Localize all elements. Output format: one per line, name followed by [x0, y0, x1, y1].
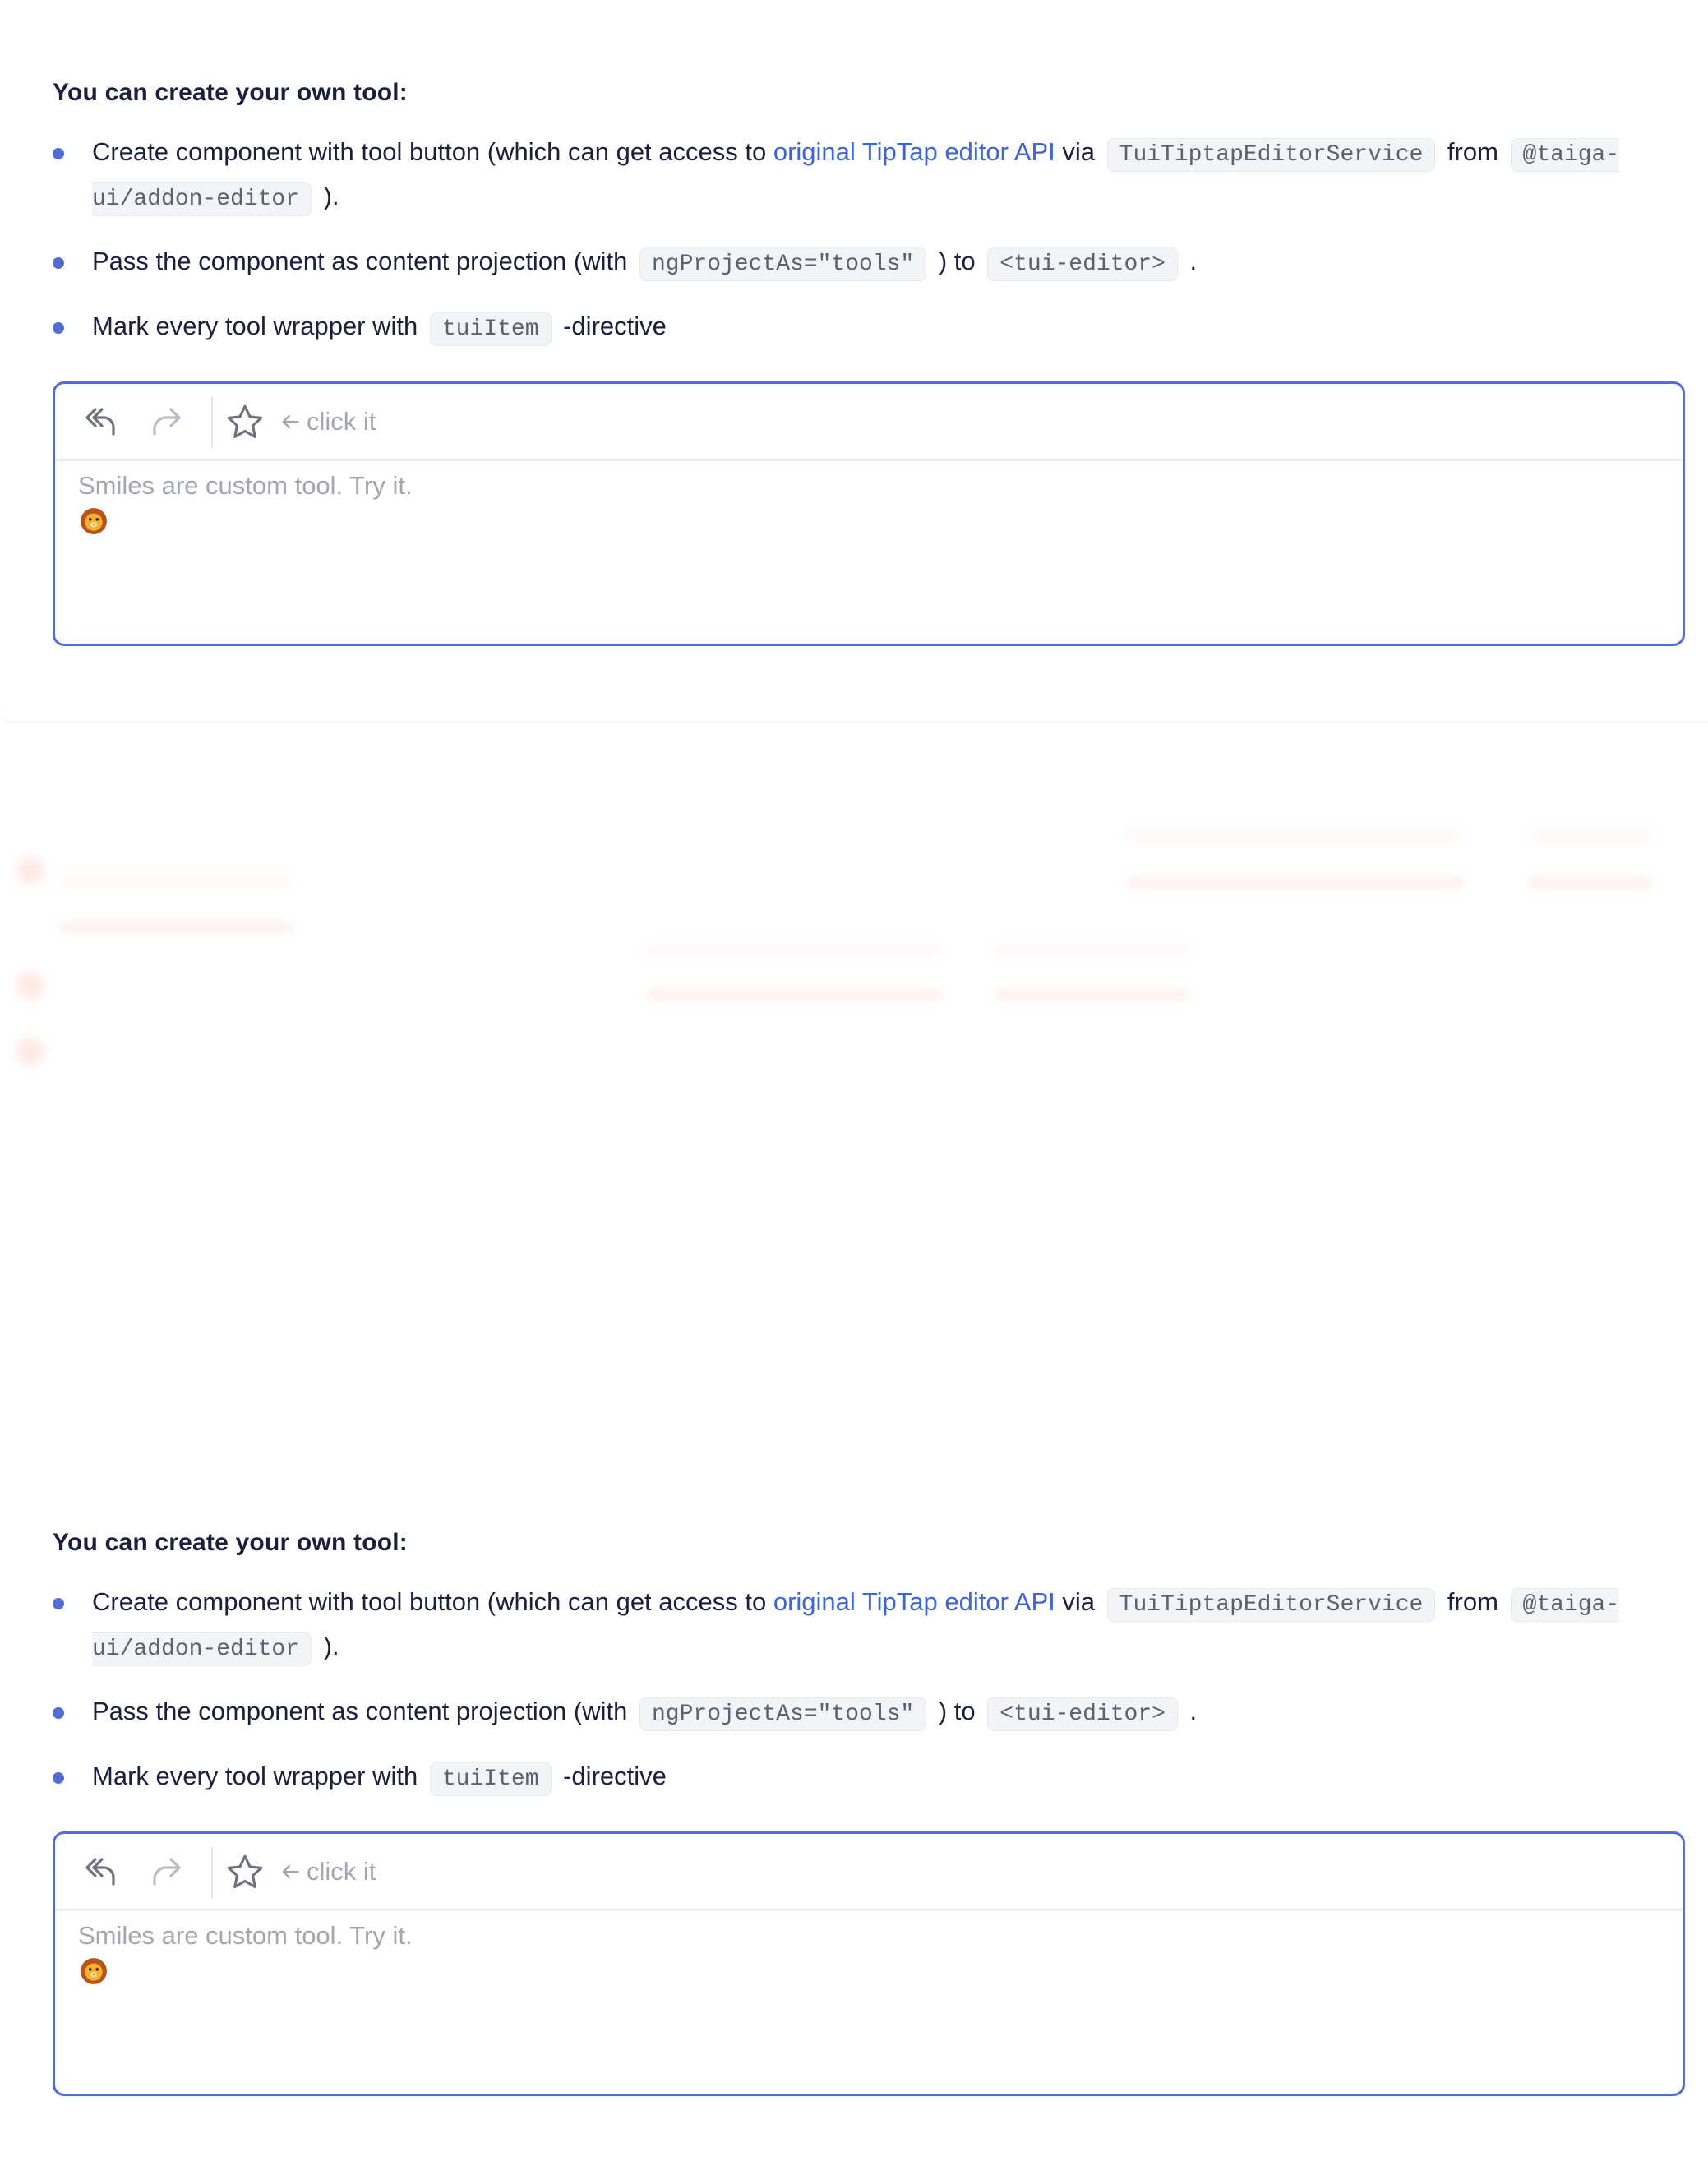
- lion-emoji: [81, 508, 107, 534]
- star-icon: [227, 404, 263, 439]
- toolbar-divider: [211, 397, 213, 448]
- toolbar-divider: [211, 1847, 213, 1898]
- doc-card: You can create your own tool: Create com…: [0, 1448, 1708, 2175]
- list-item-text: .: [1182, 247, 1198, 275]
- list-item: Pass the component as content projection…: [53, 241, 1631, 285]
- instructions-list: Create component with tool button (which…: [53, 132, 1631, 371]
- editor[interactable]: click it Smiles are custom tool. Try it.: [53, 381, 1685, 646]
- list-item-text: via: [1055, 1587, 1102, 1616]
- code-snippet: ngProjectAs="tools": [639, 247, 927, 281]
- blur-dot: [16, 1037, 44, 1065]
- blur-line: [1529, 880, 1652, 886]
- redo-icon: [153, 408, 181, 436]
- redo-button[interactable]: [144, 1850, 188, 1895]
- list-item: Create component with tool button (which…: [53, 1582, 1631, 1670]
- blur-line: [995, 947, 1189, 954]
- blur-line: [1126, 880, 1463, 886]
- list-item-text: Pass the component as content projection…: [92, 1697, 635, 1725]
- list-item-text: Mark every tool wrapper with: [92, 1762, 425, 1790]
- list-item: Mark every tool wrapper with tuiItem -di…: [53, 1756, 1631, 1800]
- tiptap-api-link[interactable]: original TipTap editor API: [773, 1587, 1055, 1616]
- undo-icon: [85, 1858, 115, 1886]
- undo-icon: [85, 408, 115, 436]
- blur-line: [61, 924, 291, 930]
- editor-content[interactable]: Smiles are custom tool. Try it.: [78, 1921, 413, 1951]
- list-item: Create component with tool button (which…: [53, 132, 1631, 220]
- arrow-left-icon: [282, 1864, 299, 1879]
- section-heading: You can create your own tool:: [53, 79, 408, 106]
- editor-toolbar: click it: [55, 384, 1683, 461]
- blur-line: [1126, 832, 1463, 838]
- code-snippet: TuiTiptapEditorService: [1106, 138, 1436, 172]
- code-snippet: <tui-editor>: [987, 247, 1178, 281]
- editor-content[interactable]: Smiles are custom tool. Try it.: [78, 471, 413, 501]
- code-snippet: TuiTiptapEditorService: [1106, 1588, 1436, 1622]
- tiptap-api-link[interactable]: original TipTap editor API: [773, 137, 1055, 166]
- list-item-text: ) to: [931, 247, 983, 275]
- blurred-background: [0, 789, 1708, 1085]
- editor[interactable]: click it Smiles are custom tool. Try it.: [53, 1831, 1685, 2096]
- list-item-text: from: [1440, 137, 1506, 166]
- smiles-tool-button[interactable]: [223, 400, 267, 445]
- list-item-text: Mark every tool wrapper with: [92, 312, 425, 340]
- list-item-text: -directive: [556, 1762, 667, 1790]
- lion-emoji: [81, 1958, 107, 1984]
- undo-button[interactable]: [78, 400, 122, 445]
- smiles-tool-button[interactable]: [223, 1850, 267, 1895]
- click-hint-text: click it: [307, 407, 376, 436]
- code-snippet: tuiItem: [429, 312, 552, 346]
- code-snippet: <tui-editor>: [987, 1697, 1178, 1731]
- section-heading: You can create your own tool:: [53, 1529, 408, 1556]
- list-item-text: -directive: [556, 312, 667, 340]
- click-hint-text: click it: [307, 1857, 376, 1886]
- list-item-text: Pass the component as content projection…: [92, 247, 635, 275]
- click-hint: click it: [279, 407, 376, 436]
- blur-line: [646, 991, 942, 998]
- list-item-text: Create component with tool button (which…: [92, 1587, 773, 1616]
- editor-toolbar: click it: [55, 1834, 1683, 1911]
- blur-dot: [16, 857, 44, 884]
- star-icon: [227, 1854, 263, 1889]
- blur-line: [646, 947, 942, 954]
- list-item-text: from: [1440, 1587, 1506, 1616]
- code-snippet: tuiItem: [429, 1762, 552, 1796]
- redo-button[interactable]: [144, 400, 188, 445]
- instructions-list: Create component with tool button (which…: [53, 1582, 1631, 1821]
- blur-dot: [16, 972, 44, 1000]
- redo-icon: [153, 1858, 181, 1886]
- list-item-text: ).: [316, 182, 339, 210]
- code-snippet: ngProjectAs="tools": [639, 1697, 927, 1731]
- list-item: Pass the component as content projection…: [53, 1691, 1631, 1735]
- blur-line: [61, 880, 291, 886]
- list-item-text: .: [1182, 1697, 1198, 1725]
- undo-button[interactable]: [78, 1850, 122, 1895]
- list-item-text: via: [1055, 137, 1102, 166]
- list-item-text: Create component with tool button (which…: [92, 137, 773, 166]
- list-item-text: ) to: [931, 1697, 983, 1725]
- arrow-left-icon: [282, 414, 299, 429]
- blur-line: [995, 991, 1189, 998]
- blur-line: [1529, 832, 1652, 838]
- list-item: Mark every tool wrapper with tuiItem -di…: [53, 306, 1631, 350]
- click-hint: click it: [279, 1857, 376, 1886]
- list-item-text: ).: [316, 1632, 339, 1660]
- doc-card: You can create your own tool: Create com…: [0, 0, 1708, 723]
